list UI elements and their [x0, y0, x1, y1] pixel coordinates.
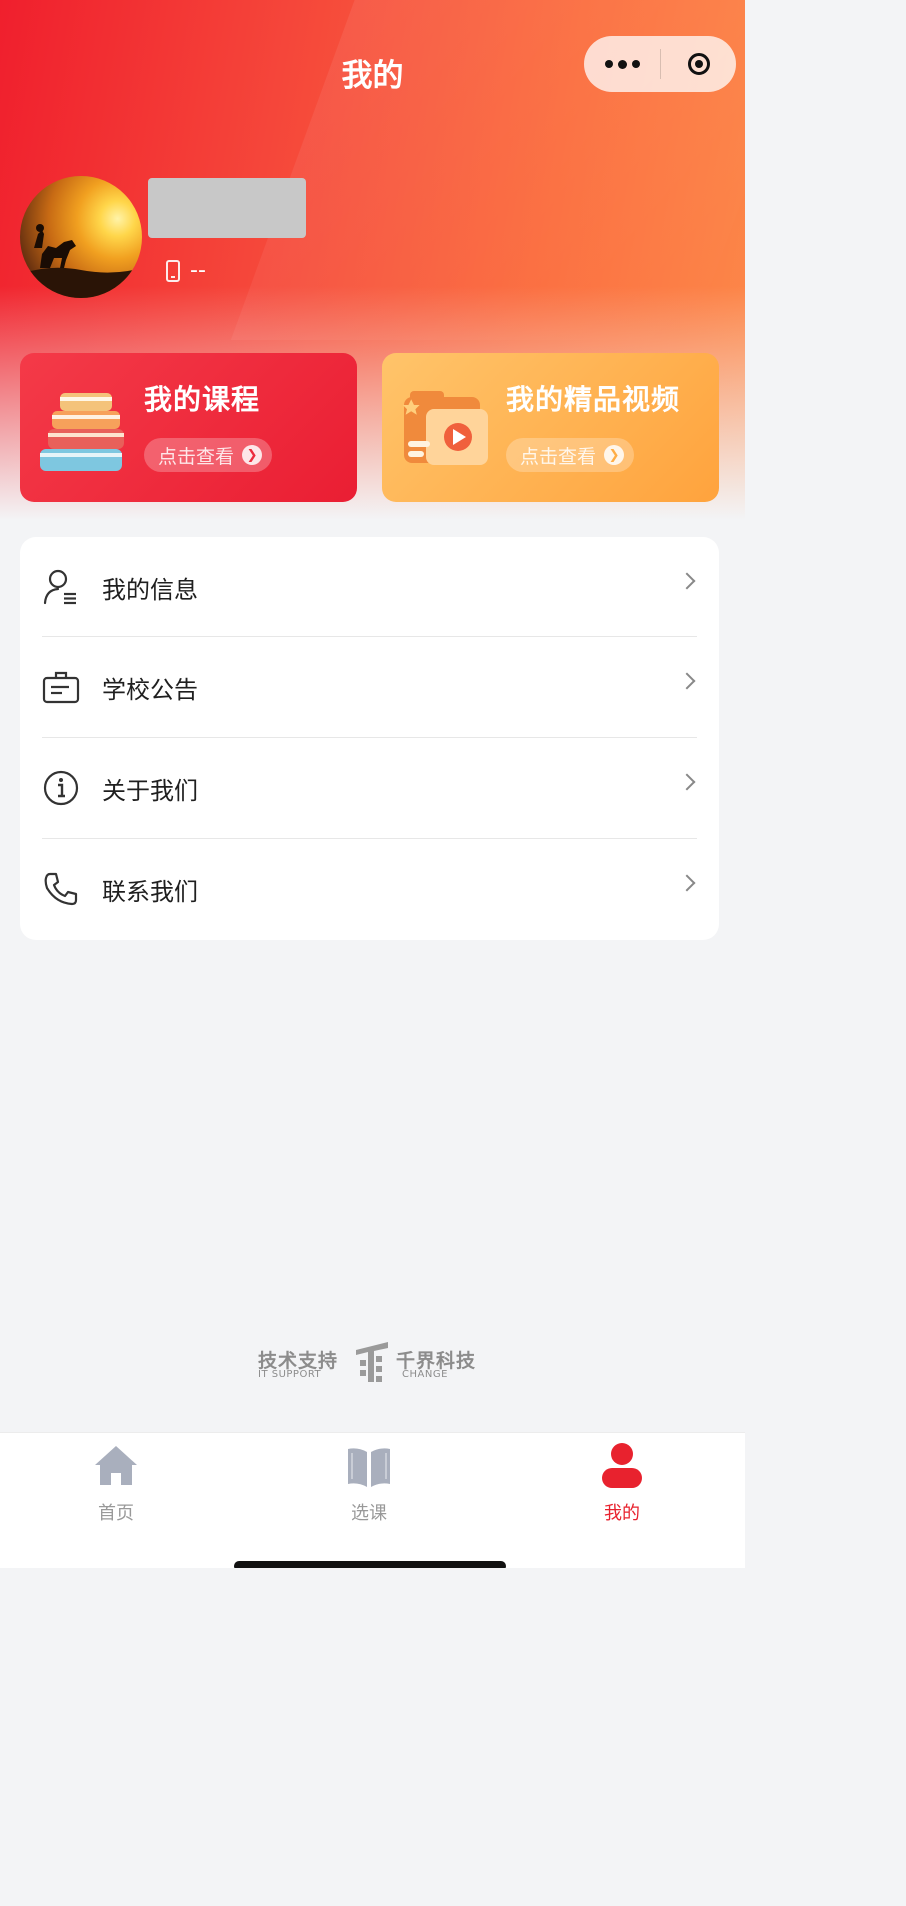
tab-label-mine: 我的 [604, 1503, 640, 1524]
video-folder-icon [402, 391, 488, 465]
tech-support-logo: 技术支持 IT SUPPORT 千界科技 CHANGE [258, 1340, 488, 1386]
my-courses-card[interactable]: 我的课程 点击查看 ❯ [20, 353, 357, 502]
menu-label-school-notice: 学校公告 [102, 675, 198, 704]
company-logo-icon [356, 1342, 388, 1382]
my-videos-card[interactable]: 我的精品视频 点击查看 ❯ [382, 353, 719, 502]
menu-label-about-us: 关于我们 [102, 776, 198, 805]
chevron-right-icon [678, 572, 696, 590]
chevron-right-icon [678, 874, 696, 892]
books-icon [40, 393, 124, 471]
tab-label-courses: 选课 [351, 1503, 387, 1524]
my-videos-title: 我的精品视频 [506, 383, 681, 416]
person-icon [602, 1443, 642, 1488]
tab-label-home: 首页 [98, 1503, 134, 1524]
chevron-right-icon [678, 672, 696, 690]
menu-item-about-us[interactable]: 关于我们 [20, 738, 719, 838]
phone-row: -- [166, 258, 206, 283]
profile-page: 我的 -- 我的课程 点击查看 ❯ 我的精品视频 点击查看 ❯ 我的信息 学校公… [0, 0, 745, 1568]
bottom-tab-bar: 首页 选课 我的 [0, 1432, 745, 1568]
chevron-right-icon [678, 773, 696, 791]
settings-menu: 我的信息 学校公告 关于我们 联系我们 [20, 537, 719, 940]
home-indicator [234, 1561, 506, 1568]
username-placeholder [148, 178, 306, 238]
notice-icon [42, 671, 80, 704]
menu-item-school-notice[interactable]: 学校公告 [20, 637, 719, 737]
support-en: IT SUPPORT [258, 1369, 322, 1380]
target-circle-icon [687, 53, 710, 75]
menu-item-contact-us[interactable]: 联系我们 [20, 839, 719, 939]
close-button[interactable] [661, 36, 736, 92]
my-videos-view-button[interactable]: 点击查看 ❯ [506, 438, 635, 472]
my-courses-view-label: 点击查看 [158, 445, 235, 468]
tab-mine[interactable]: 我的 [562, 1441, 682, 1525]
avatar[interactable] [20, 176, 142, 298]
my-courses-view-button[interactable]: 点击查看 ❯ [144, 438, 273, 472]
my-courses-title: 我的课程 [144, 383, 261, 416]
tab-home[interactable]: 首页 [56, 1441, 176, 1525]
menu-label-my-info: 我的信息 [102, 575, 198, 604]
phone-call-icon [44, 872, 78, 906]
more-dots-icon[interactable] [584, 36, 660, 92]
book-open-icon [348, 1448, 390, 1487]
user-info-icon [43, 569, 76, 605]
phone-icon [166, 259, 180, 282]
tab-courses[interactable]: 选课 [309, 1441, 429, 1525]
chevron-right-icon: ❯ [604, 445, 625, 465]
menu-label-contact-us: 联系我们 [102, 877, 198, 906]
mini-program-capsule [584, 36, 736, 92]
company-en: CHANGE [402, 1369, 448, 1380]
my-videos-view-label: 点击查看 [520, 445, 597, 468]
avatar-image [20, 224, 142, 298]
home-icon [95, 1446, 137, 1485]
chevron-right-icon: ❯ [242, 445, 263, 465]
menu-item-my-info[interactable]: 我的信息 [20, 537, 719, 637]
info-icon [43, 770, 79, 806]
phone-value: -- [190, 258, 206, 283]
